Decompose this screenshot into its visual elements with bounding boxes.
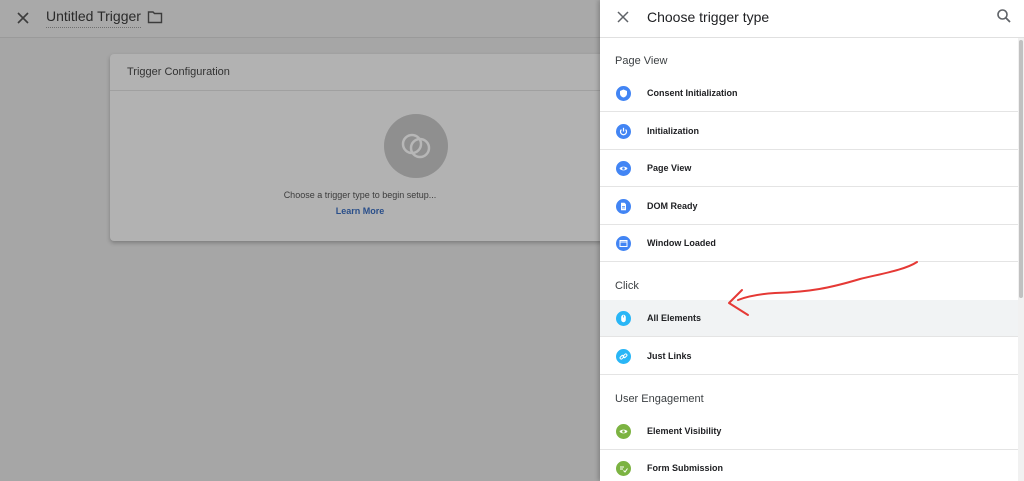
trigger-type-page-view[interactable]: Page View [600, 150, 1018, 187]
trigger-placeholder-icon[interactable] [384, 114, 448, 178]
form-icon [616, 461, 631, 476]
drawer-title: Choose trigger type [647, 9, 770, 25]
close-icon[interactable] [616, 10, 630, 24]
trigger-type-consent-initialization[interactable]: Consent Initialization [600, 75, 1018, 112]
eye-icon [616, 161, 631, 176]
trigger-configuration-card[interactable]: Trigger Configuration Choose a trigger t… [110, 54, 610, 241]
scrollbar-thumb[interactable] [1019, 40, 1023, 298]
learn-more-link[interactable]: Learn More [54, 206, 666, 216]
trigger-type-form-submission[interactable]: Form Submission [600, 450, 1018, 481]
trigger-type-label: Page View [647, 163, 692, 173]
trigger-type-label: All Elements [647, 313, 702, 323]
setup-hint: Choose a trigger type to begin setup... [283, 190, 437, 200]
trigger-type-element-visibility[interactable]: Element Visibility [600, 413, 1018, 450]
trigger-type-just-links[interactable]: Just Links [600, 338, 1018, 375]
section-title-click: Click [615, 280, 639, 292]
folder-icon[interactable] [147, 10, 163, 24]
trigger-type-drawer: Choose trigger type Page View Consent In… [600, 0, 1024, 481]
trigger-type-label: Just Links [647, 351, 692, 361]
trigger-type-initialization[interactable]: Initialization [600, 113, 1018, 150]
trigger-type-all-elements[interactable]: All Elements [600, 300, 1018, 337]
trigger-type-window-loaded[interactable]: Window Loaded [600, 225, 1018, 262]
trigger-type-dom-ready[interactable]: DOM Ready [600, 188, 1018, 225]
section-title-page-view: Page View [615, 55, 668, 67]
trigger-type-label: Consent Initialization [647, 88, 738, 98]
editor-topbar: Untitled Trigger [0, 0, 600, 38]
link-icon [616, 349, 631, 364]
section-title-user-engagement: User Engagement [615, 393, 704, 405]
trigger-type-label: Element Visibility [647, 426, 722, 436]
trigger-name-field[interactable]: Untitled Trigger [46, 8, 141, 28]
trigger-type-label: Window Loaded [647, 238, 716, 248]
trigger-type-label: DOM Ready [647, 201, 698, 211]
power-icon [616, 124, 631, 139]
shield-icon [616, 86, 631, 101]
window-icon [616, 236, 631, 251]
trigger-type-label: Initialization [647, 126, 700, 136]
close-icon[interactable] [14, 9, 32, 27]
card-title: Trigger Configuration [110, 54, 610, 91]
search-icon[interactable] [996, 8, 1012, 24]
document-icon [616, 199, 631, 214]
drawer-header: Choose trigger type [600, 0, 1024, 38]
mouse-icon [616, 311, 631, 326]
trigger-type-label: Form Submission [647, 463, 724, 473]
eye-icon [616, 424, 631, 439]
